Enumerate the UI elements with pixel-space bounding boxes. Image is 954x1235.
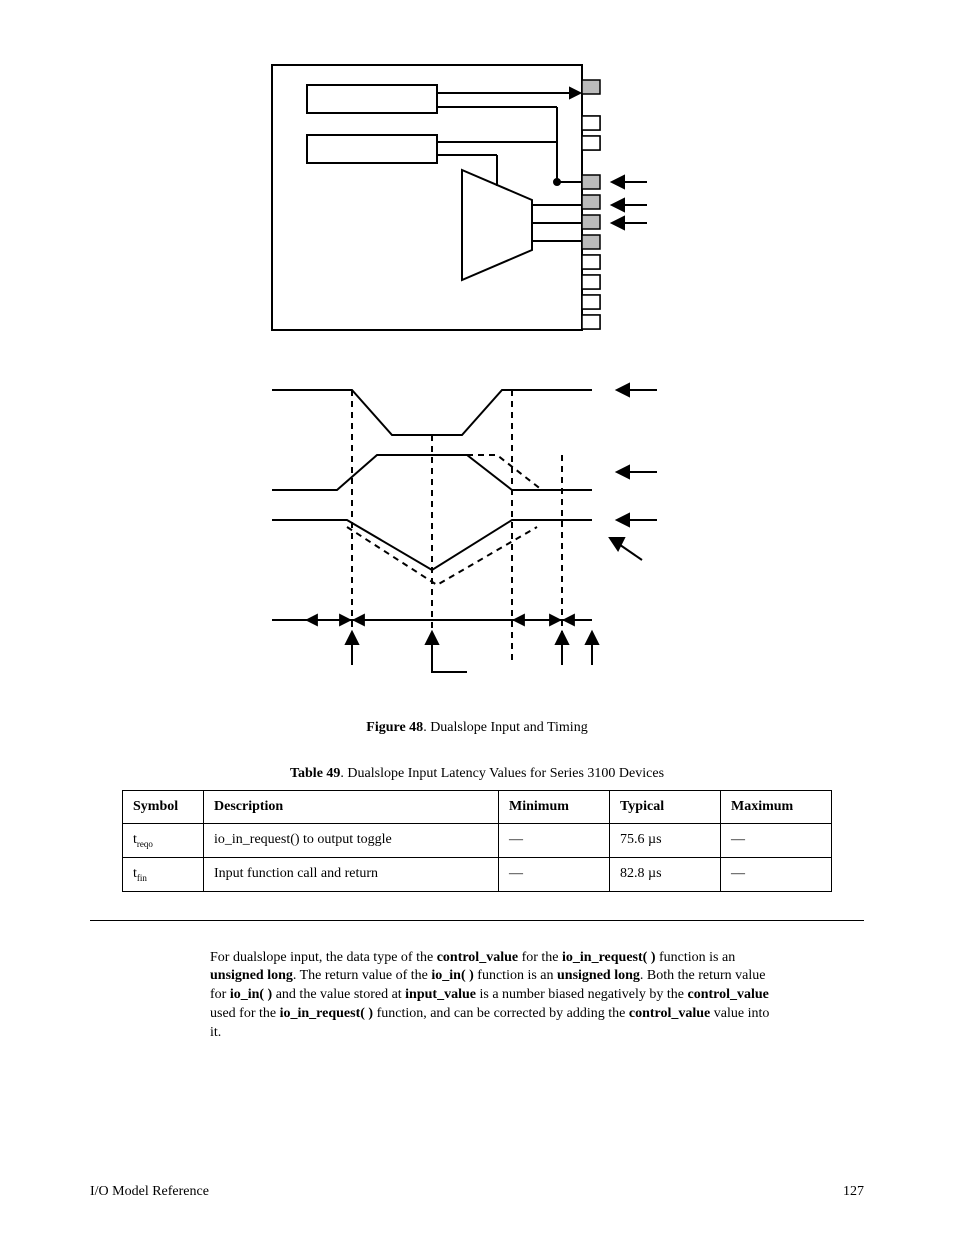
th-symbol: Symbol <box>123 791 204 824</box>
cell-max: — <box>721 824 832 858</box>
separator-rule <box>90 920 864 921</box>
cell-min: — <box>499 857 610 891</box>
cell-max: — <box>721 857 832 891</box>
page-footer: I/O Model Reference 127 <box>90 1184 864 1200</box>
footer-page-number: 127 <box>843 1184 864 1200</box>
th-typical: Typical <box>610 791 721 824</box>
figure-caption-text: . Dualslope Input and Timing <box>423 720 588 735</box>
block-diagram-figure: Figure 48. Dualslope Input and Timing <box>90 60 864 736</box>
cell-typ: 82.8 µs <box>610 857 721 891</box>
table-caption-text: . Dualslope Input Latency Values for Ser… <box>340 766 664 781</box>
timing-diagram-svg <box>262 360 692 680</box>
table-header-row: Symbol Description Minimum Typical Maxim… <box>123 791 832 824</box>
table-label: Table 49 <box>290 766 340 781</box>
th-description: Description <box>204 791 499 824</box>
latency-table: Symbol Description Minimum Typical Maxim… <box>122 790 832 892</box>
table-row: tfin Input function call and return — 82… <box>123 857 832 891</box>
table-row: treqo io_in_request() to output toggle —… <box>123 824 832 858</box>
cell-typ: 75.6 µs <box>610 824 721 858</box>
cell-description: io_in_request() to output toggle <box>204 824 499 858</box>
th-maximum: Maximum <box>721 791 832 824</box>
th-minimum: Minimum <box>499 791 610 824</box>
cell-symbol: treqo <box>123 824 204 858</box>
footer-left: I/O Model Reference <box>90 1184 209 1200</box>
cell-description: Input function call and return <box>204 857 499 891</box>
figure-label: Figure 48 <box>366 720 423 735</box>
block-diagram-svg <box>267 60 687 340</box>
cell-min: — <box>499 824 610 858</box>
cell-symbol: tfin <box>123 857 204 891</box>
table-caption: Table 49. Dualslope Input Latency Values… <box>90 766 864 782</box>
figure-caption: Figure 48. Dualslope Input and Timing <box>90 720 864 736</box>
body-paragraph: For dualslope input, the data type of th… <box>210 949 780 1043</box>
